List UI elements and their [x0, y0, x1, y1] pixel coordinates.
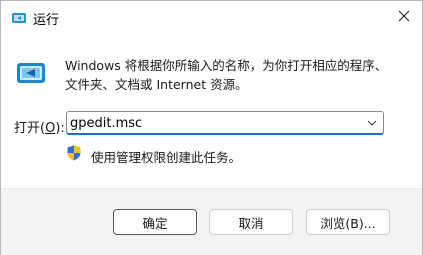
- description-line-1: Windows 将根据你所输入的名称，为你打开相应的程序、: [65, 58, 388, 73]
- run-dialog-icon: [15, 57, 47, 89]
- open-label-hotkey: O: [45, 121, 56, 136]
- open-combobox[interactable]: [66, 111, 384, 135]
- window-title: 运行: [33, 13, 60, 28]
- close-button[interactable]: [386, 1, 422, 35]
- close-icon: [398, 10, 410, 26]
- button-bar: 确定 取消 浏览(B)...: [1, 188, 422, 255]
- chevron-down-icon[interactable]: [365, 116, 379, 130]
- ok-button[interactable]: 确定: [113, 209, 197, 235]
- browse-button[interactable]: 浏览(B)...: [306, 209, 390, 235]
- admin-note: 使用管理权限创建此任务。: [91, 150, 242, 165]
- description-line-2: 文件夹、文档或 Internet 资源。: [65, 77, 248, 92]
- run-app-icon: [11, 10, 27, 26]
- run-dialog: 运行 Windows 将根据你所输入的名称，为你打开相应的程序、 文件夹、文档或…: [0, 0, 423, 255]
- title-bar[interactable]: 运行: [1, 1, 422, 35]
- description: Windows 将根据你所输入的名称，为你打开相应的程序、 文件夹、文档或 In…: [65, 56, 395, 94]
- open-label: 打开(O):: [14, 117, 65, 136]
- open-label-prefix: 打开(: [14, 121, 46, 136]
- cancel-button[interactable]: 取消: [209, 209, 293, 235]
- open-input[interactable]: [70, 113, 350, 133]
- admin-shield-icon: [67, 145, 81, 161]
- open-label-suffix: ):: [55, 121, 65, 136]
